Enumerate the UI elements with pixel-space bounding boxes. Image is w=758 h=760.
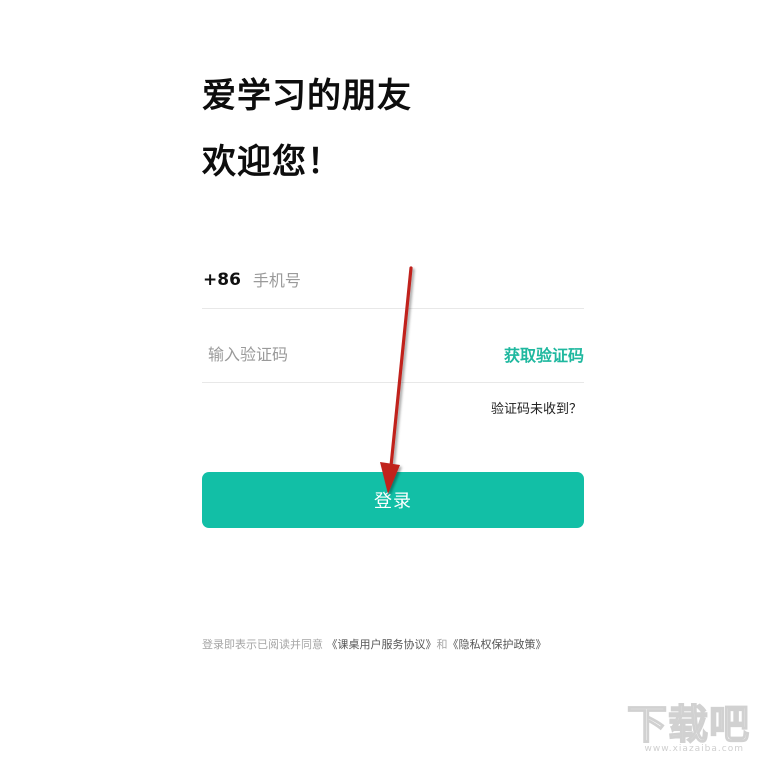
login-button[interactable]: 登录: [202, 472, 584, 528]
agreement-prefix: 登录即表示已阅读并同意: [202, 638, 323, 651]
agreement-joiner: 和: [436, 638, 448, 651]
welcome-title: 欢迎您！: [202, 142, 342, 182]
agreement-text: 登录即表示已阅读并同意 《课桌用户服务协议》和《隐私权保护政策》: [202, 636, 547, 652]
verification-field-row: 获取验证码: [202, 326, 584, 383]
phone-input[interactable]: [252, 265, 553, 295]
watermark-url: www.xiazaiba.com: [644, 744, 744, 754]
watermark-logo: 下载吧: [626, 701, 750, 749]
login-panel: 爱学习的朋友 欢迎您！ +86 获取验证码 验证码未收到？ 登录 登录即表示已阅…: [202, 0, 584, 760]
get-code-button[interactable]: 获取验证码: [504, 342, 584, 366]
code-not-received-link[interactable]: 验证码未收到？: [491, 398, 582, 417]
service-agreement-link[interactable]: 《课桌用户服务协议》: [327, 638, 437, 651]
greeting-title: 爱学习的朋友: [202, 76, 412, 116]
privacy-policy-link[interactable]: 《隐私权保护政策》: [448, 638, 547, 651]
verification-code-input[interactable]: [208, 339, 448, 369]
country-code[interactable]: +86: [203, 270, 241, 290]
phone-field-row: +86: [202, 252, 584, 309]
